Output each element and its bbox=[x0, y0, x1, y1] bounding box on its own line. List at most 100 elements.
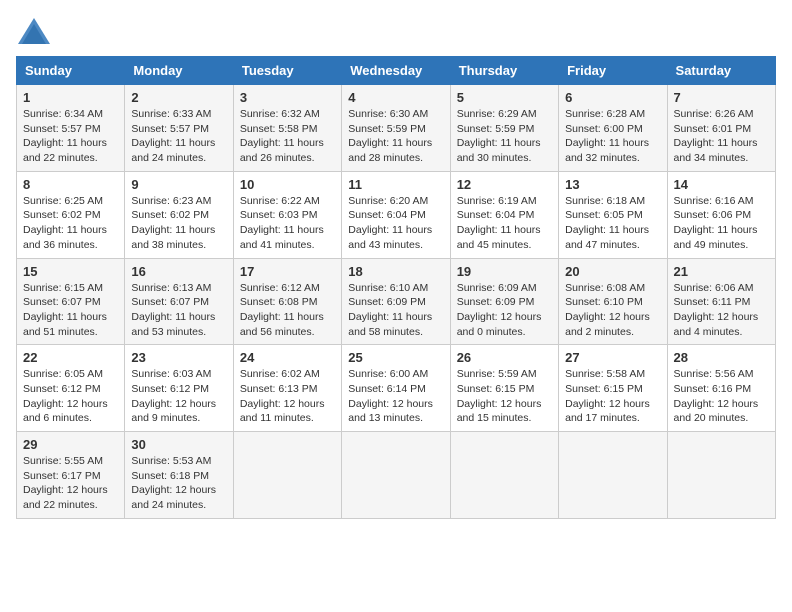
day-info: Sunrise: 6:12 AMSunset: 6:08 PMDaylight:… bbox=[240, 282, 324, 338]
calendar-week-3: 15 Sunrise: 6:15 AMSunset: 6:07 PMDaylig… bbox=[17, 258, 776, 345]
day-info: Sunrise: 6:23 AMSunset: 6:02 PMDaylight:… bbox=[131, 195, 215, 251]
calendar-cell: 28 Sunrise: 5:56 AMSunset: 6:16 PMDaylig… bbox=[667, 345, 775, 432]
day-info: Sunrise: 6:25 AMSunset: 6:02 PMDaylight:… bbox=[23, 195, 107, 251]
day-number: 28 bbox=[674, 350, 769, 365]
header bbox=[16, 16, 776, 46]
day-number: 14 bbox=[674, 177, 769, 192]
calendar-cell: 26 Sunrise: 5:59 AMSunset: 6:15 PMDaylig… bbox=[450, 345, 558, 432]
header-day-sunday: Sunday bbox=[17, 57, 125, 85]
calendar-week-2: 8 Sunrise: 6:25 AMSunset: 6:02 PMDayligh… bbox=[17, 171, 776, 258]
day-info: Sunrise: 6:10 AMSunset: 6:09 PMDaylight:… bbox=[348, 282, 432, 338]
day-info: Sunrise: 5:59 AMSunset: 6:15 PMDaylight:… bbox=[457, 368, 542, 424]
day-number: 2 bbox=[131, 90, 226, 105]
day-number: 15 bbox=[23, 264, 118, 279]
calendar-cell bbox=[233, 432, 341, 519]
day-number: 25 bbox=[348, 350, 443, 365]
day-number: 29 bbox=[23, 437, 118, 452]
calendar-cell: 16 Sunrise: 6:13 AMSunset: 6:07 PMDaylig… bbox=[125, 258, 233, 345]
calendar-cell: 23 Sunrise: 6:03 AMSunset: 6:12 PMDaylig… bbox=[125, 345, 233, 432]
day-number: 3 bbox=[240, 90, 335, 105]
day-info: Sunrise: 6:28 AMSunset: 6:00 PMDaylight:… bbox=[565, 108, 649, 164]
calendar-cell bbox=[667, 432, 775, 519]
day-info: Sunrise: 5:56 AMSunset: 6:16 PMDaylight:… bbox=[674, 368, 759, 424]
day-info: Sunrise: 6:29 AMSunset: 5:59 PMDaylight:… bbox=[457, 108, 541, 164]
day-info: Sunrise: 6:30 AMSunset: 5:59 PMDaylight:… bbox=[348, 108, 432, 164]
calendar-cell: 5 Sunrise: 6:29 AMSunset: 5:59 PMDayligh… bbox=[450, 85, 558, 172]
calendar-cell: 27 Sunrise: 5:58 AMSunset: 6:15 PMDaylig… bbox=[559, 345, 667, 432]
logo-icon bbox=[16, 16, 52, 46]
calendar-cell: 3 Sunrise: 6:32 AMSunset: 5:58 PMDayligh… bbox=[233, 85, 341, 172]
day-info: Sunrise: 6:09 AMSunset: 6:09 PMDaylight:… bbox=[457, 282, 542, 338]
calendar-cell: 1 Sunrise: 6:34 AMSunset: 5:57 PMDayligh… bbox=[17, 85, 125, 172]
day-info: Sunrise: 6:20 AMSunset: 6:04 PMDaylight:… bbox=[348, 195, 432, 251]
calendar-week-1: 1 Sunrise: 6:34 AMSunset: 5:57 PMDayligh… bbox=[17, 85, 776, 172]
calendar-cell: 15 Sunrise: 6:15 AMSunset: 6:07 PMDaylig… bbox=[17, 258, 125, 345]
day-number: 19 bbox=[457, 264, 552, 279]
day-info: Sunrise: 6:15 AMSunset: 6:07 PMDaylight:… bbox=[23, 282, 107, 338]
header-day-wednesday: Wednesday bbox=[342, 57, 450, 85]
day-info: Sunrise: 6:16 AMSunset: 6:06 PMDaylight:… bbox=[674, 195, 758, 251]
day-number: 26 bbox=[457, 350, 552, 365]
day-number: 5 bbox=[457, 90, 552, 105]
day-info: Sunrise: 5:55 AMSunset: 6:17 PMDaylight:… bbox=[23, 455, 108, 511]
calendar-cell: 11 Sunrise: 6:20 AMSunset: 6:04 PMDaylig… bbox=[342, 171, 450, 258]
calendar-cell bbox=[559, 432, 667, 519]
calendar-cell: 9 Sunrise: 6:23 AMSunset: 6:02 PMDayligh… bbox=[125, 171, 233, 258]
day-info: Sunrise: 6:18 AMSunset: 6:05 PMDaylight:… bbox=[565, 195, 649, 251]
day-info: Sunrise: 6:02 AMSunset: 6:13 PMDaylight:… bbox=[240, 368, 325, 424]
day-number: 13 bbox=[565, 177, 660, 192]
day-number: 7 bbox=[674, 90, 769, 105]
day-number: 16 bbox=[131, 264, 226, 279]
calendar-cell: 19 Sunrise: 6:09 AMSunset: 6:09 PMDaylig… bbox=[450, 258, 558, 345]
header-day-friday: Friday bbox=[559, 57, 667, 85]
calendar-week-5: 29 Sunrise: 5:55 AMSunset: 6:17 PMDaylig… bbox=[17, 432, 776, 519]
calendar-week-4: 22 Sunrise: 6:05 AMSunset: 6:12 PMDaylig… bbox=[17, 345, 776, 432]
day-info: Sunrise: 6:13 AMSunset: 6:07 PMDaylight:… bbox=[131, 282, 215, 338]
calendar-cell: 25 Sunrise: 6:00 AMSunset: 6:14 PMDaylig… bbox=[342, 345, 450, 432]
day-number: 9 bbox=[131, 177, 226, 192]
calendar-cell: 17 Sunrise: 6:12 AMSunset: 6:08 PMDaylig… bbox=[233, 258, 341, 345]
day-number: 10 bbox=[240, 177, 335, 192]
logo bbox=[16, 16, 56, 46]
day-info: Sunrise: 6:03 AMSunset: 6:12 PMDaylight:… bbox=[131, 368, 216, 424]
day-number: 20 bbox=[565, 264, 660, 279]
day-number: 24 bbox=[240, 350, 335, 365]
calendar-cell: 6 Sunrise: 6:28 AMSunset: 6:00 PMDayligh… bbox=[559, 85, 667, 172]
day-info: Sunrise: 5:58 AMSunset: 6:15 PMDaylight:… bbox=[565, 368, 650, 424]
day-info: Sunrise: 6:32 AMSunset: 5:58 PMDaylight:… bbox=[240, 108, 324, 164]
day-number: 22 bbox=[23, 350, 118, 365]
day-number: 12 bbox=[457, 177, 552, 192]
header-day-tuesday: Tuesday bbox=[233, 57, 341, 85]
calendar-header-row: SundayMondayTuesdayWednesdayThursdayFrid… bbox=[17, 57, 776, 85]
calendar-cell bbox=[450, 432, 558, 519]
day-info: Sunrise: 6:08 AMSunset: 6:10 PMDaylight:… bbox=[565, 282, 650, 338]
calendar-cell: 10 Sunrise: 6:22 AMSunset: 6:03 PMDaylig… bbox=[233, 171, 341, 258]
calendar-cell: 18 Sunrise: 6:10 AMSunset: 6:09 PMDaylig… bbox=[342, 258, 450, 345]
day-number: 27 bbox=[565, 350, 660, 365]
calendar-cell: 8 Sunrise: 6:25 AMSunset: 6:02 PMDayligh… bbox=[17, 171, 125, 258]
header-day-saturday: Saturday bbox=[667, 57, 775, 85]
calendar-cell: 20 Sunrise: 6:08 AMSunset: 6:10 PMDaylig… bbox=[559, 258, 667, 345]
calendar-cell: 22 Sunrise: 6:05 AMSunset: 6:12 PMDaylig… bbox=[17, 345, 125, 432]
day-number: 23 bbox=[131, 350, 226, 365]
day-info: Sunrise: 5:53 AMSunset: 6:18 PMDaylight:… bbox=[131, 455, 216, 511]
day-number: 1 bbox=[23, 90, 118, 105]
calendar-cell: 30 Sunrise: 5:53 AMSunset: 6:18 PMDaylig… bbox=[125, 432, 233, 519]
calendar-cell: 4 Sunrise: 6:30 AMSunset: 5:59 PMDayligh… bbox=[342, 85, 450, 172]
day-number: 17 bbox=[240, 264, 335, 279]
header-day-thursday: Thursday bbox=[450, 57, 558, 85]
day-number: 8 bbox=[23, 177, 118, 192]
calendar-cell: 7 Sunrise: 6:26 AMSunset: 6:01 PMDayligh… bbox=[667, 85, 775, 172]
day-info: Sunrise: 6:05 AMSunset: 6:12 PMDaylight:… bbox=[23, 368, 108, 424]
day-info: Sunrise: 6:19 AMSunset: 6:04 PMDaylight:… bbox=[457, 195, 541, 251]
day-info: Sunrise: 6:00 AMSunset: 6:14 PMDaylight:… bbox=[348, 368, 433, 424]
day-info: Sunrise: 6:26 AMSunset: 6:01 PMDaylight:… bbox=[674, 108, 758, 164]
day-info: Sunrise: 6:33 AMSunset: 5:57 PMDaylight:… bbox=[131, 108, 215, 164]
calendar-cell: 14 Sunrise: 6:16 AMSunset: 6:06 PMDaylig… bbox=[667, 171, 775, 258]
day-info: Sunrise: 6:34 AMSunset: 5:57 PMDaylight:… bbox=[23, 108, 107, 164]
day-number: 4 bbox=[348, 90, 443, 105]
day-number: 11 bbox=[348, 177, 443, 192]
calendar-cell bbox=[342, 432, 450, 519]
calendar-cell: 24 Sunrise: 6:02 AMSunset: 6:13 PMDaylig… bbox=[233, 345, 341, 432]
day-number: 6 bbox=[565, 90, 660, 105]
